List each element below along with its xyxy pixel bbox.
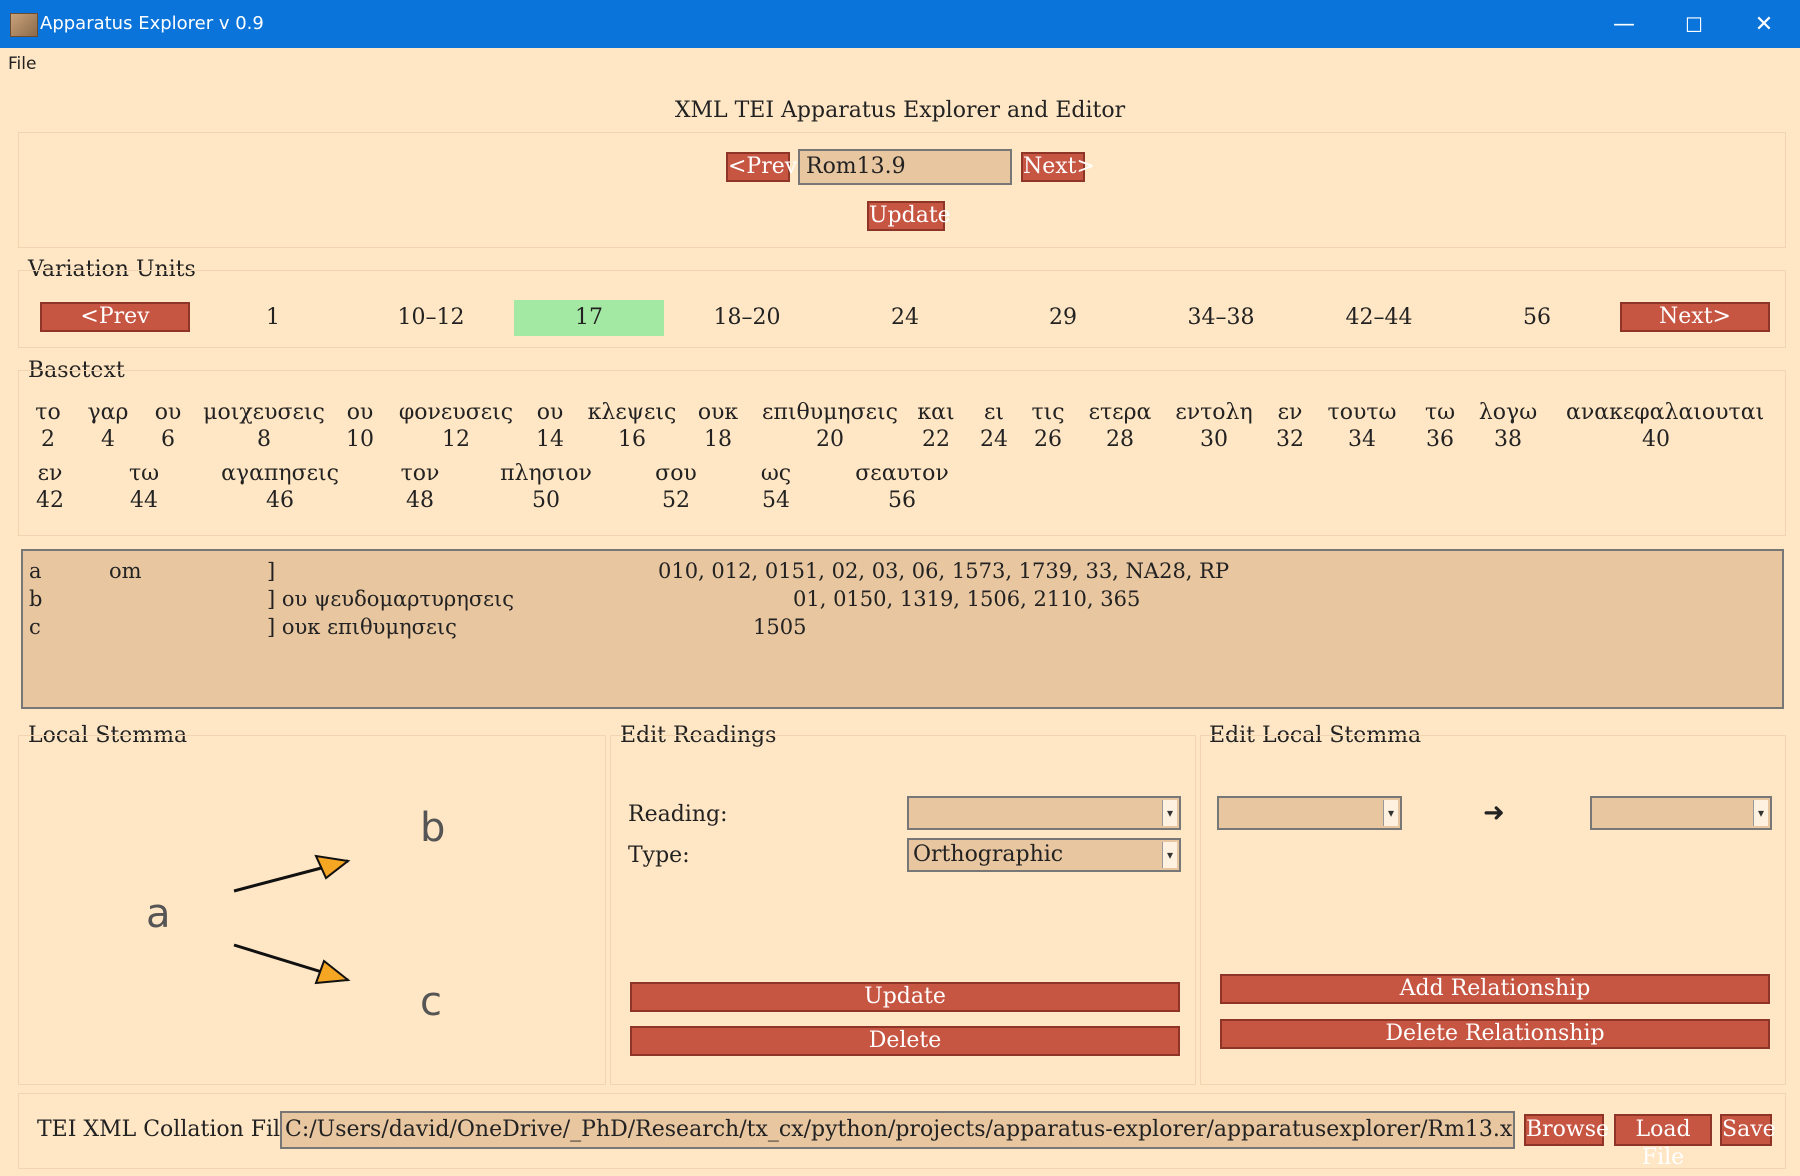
delete-reading-button[interactable]: Delete	[630, 1026, 1180, 1056]
variation-unit-6[interactable]: 34–38	[1146, 300, 1296, 336]
minimize-button[interactable]: —	[1594, 8, 1654, 42]
reading-value	[909, 800, 913, 825]
stemma-from-value	[1219, 800, 1223, 825]
variation-unit-4[interactable]: 24	[830, 300, 980, 336]
reading-dropdown[interactable]: ▾	[907, 796, 1181, 830]
menu-file[interactable]: File	[8, 54, 36, 74]
apparatus-witnesses: 01, 0150, 1319, 1506, 2110, 365	[793, 587, 1141, 611]
variation-unit-2[interactable]: 17	[514, 300, 664, 336]
prev-unit-button[interactable]: <Prev	[40, 302, 190, 332]
stemma-arrowhead-b	[314, 854, 351, 880]
apparatus-type: om	[109, 559, 142, 583]
app-icon	[10, 13, 38, 37]
page-title: XML TEI Apparatus Explorer and Editor	[674, 98, 1126, 123]
browse-button[interactable]: Browse	[1524, 1114, 1609, 1146]
save-button[interactable]: Save	[1720, 1114, 1776, 1146]
next-reference-button[interactable]: Next>	[1021, 152, 1095, 182]
variation-unit-5[interactable]: 29	[988, 300, 1138, 336]
apparatus-witnesses: 010, 012, 0151, 02, 03, 06, 1573, 1739, …	[658, 559, 1230, 583]
maximize-button[interactable]: ☐	[1664, 8, 1724, 42]
basetext-index: 56	[888, 488, 916, 513]
stemma-to-value	[1592, 800, 1596, 825]
apparatus-siglum: a	[29, 559, 42, 583]
basetext-word: ανακεφαλαιουται	[1566, 400, 1765, 425]
load-file-button[interactable]: Load File	[1614, 1114, 1712, 1170]
reading-label: Reading:	[628, 802, 728, 827]
update-reference-button[interactable]: Update	[867, 201, 951, 231]
menu-bar: File	[0, 48, 1800, 82]
reference-input[interactable]: Rom13.9	[798, 149, 1012, 185]
type-dropdown[interactable]: Orthographic ▾	[907, 838, 1181, 872]
next-unit-button[interactable]: Next>	[1620, 302, 1770, 332]
stemma-node-a: a	[146, 891, 171, 937]
variation-unit-1[interactable]: 10–12	[356, 300, 506, 336]
stemma-diagram: a b c	[146, 805, 445, 1025]
apparatus-witnesses: 1505	[753, 615, 807, 639]
stemma-arrowhead-c	[314, 959, 351, 985]
apparatus-reading: ]	[267, 559, 276, 583]
file-label: TEI XML Collation File:	[37, 1117, 301, 1142]
add-relationship-button[interactable]: Add Relationship	[1220, 974, 1770, 1004]
title-bar: Apparatus Explorer v 0.9 — ☐ ✕	[0, 0, 1800, 48]
variation-unit-8[interactable]: 56	[1462, 300, 1612, 336]
stemma-to-dropdown[interactable]: ▾	[1590, 796, 1772, 830]
chevron-down-icon: ▾	[1162, 800, 1177, 826]
chevron-down-icon: ▾	[1383, 800, 1398, 826]
delete-relationship-button[interactable]: Delete Relationship	[1220, 1019, 1770, 1049]
basetext-index: 40	[1642, 427, 1670, 452]
prev-reference-button[interactable]: <Prev	[726, 152, 797, 182]
chevron-down-icon: ▾	[1162, 842, 1177, 868]
apparatus-box[interactable]: a om] 010, 012, 0151, 02, 03, 06, 1573, 17…	[21, 549, 1784, 709]
chevron-down-icon: ▾	[1753, 800, 1768, 826]
apparatus-siglum: c	[29, 615, 41, 639]
stemma-from-dropdown[interactable]: ▾	[1217, 796, 1402, 830]
stemma-node-c: c	[420, 979, 442, 1025]
variation-unit-7[interactable]: 42–44	[1304, 300, 1454, 336]
file-path-input[interactable]: C:/Users/david/OneDrive/_PhD/Research/tx…	[280, 1111, 1515, 1149]
variation-unit-0[interactable]: 1	[198, 300, 348, 336]
apparatus-reading: ] ου ψευδομαρτυρησεις	[267, 587, 515, 611]
stemma-node-b: b	[420, 805, 445, 851]
type-value: Orthographic	[913, 842, 1064, 867]
window-title: Apparatus Explorer v 0.9	[40, 13, 264, 34]
variation-unit-3[interactable]: 18–20	[672, 300, 822, 336]
apparatus-reading: ] ουκ επιθυμησεις	[267, 615, 457, 639]
update-reading-button[interactable]: Update	[630, 982, 1180, 1012]
close-button[interactable]: ✕	[1734, 8, 1794, 42]
type-label: Type:	[628, 843, 690, 868]
apparatus-siglum: b	[29, 587, 43, 611]
arrow-right-icon: ➜	[1483, 798, 1505, 828]
basetext-word: σεαυτον	[855, 461, 949, 486]
